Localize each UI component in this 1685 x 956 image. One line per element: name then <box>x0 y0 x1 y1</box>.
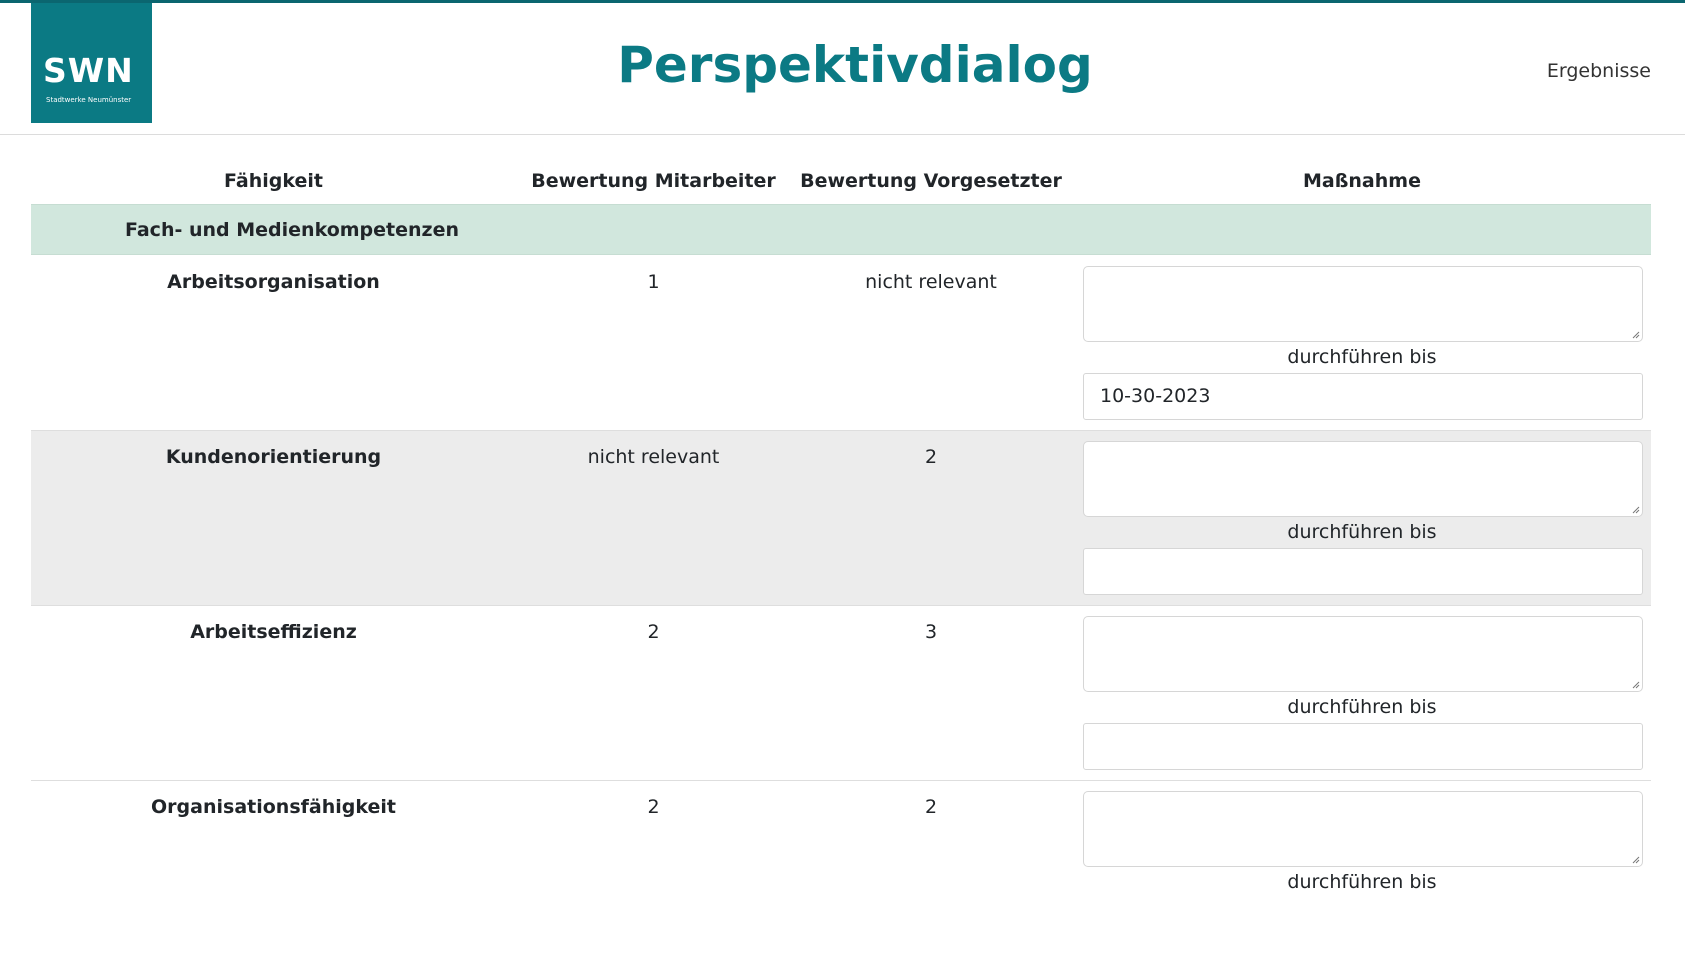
column-header-supervisor-rating: Bewertung Vorgesetzter <box>800 170 1062 192</box>
section-row: Fach- und Medienkompetenzen <box>31 204 1651 255</box>
supervisor-rating: 2 <box>924 446 938 468</box>
resize-grip-icon[interactable] <box>1630 679 1640 689</box>
employee-rating: 2 <box>647 621 660 643</box>
employee-rating: nicht relevant <box>587 446 720 468</box>
due-date-label: durchführen bis <box>1287 521 1437 543</box>
supervisor-rating: 3 <box>924 621 938 643</box>
skill-name: Kundenorientierung <box>165 446 382 468</box>
page-title: Perspektivdialog <box>617 36 1093 94</box>
column-header-employee-rating: Bewertung Mitarbeiter <box>531 170 776 192</box>
measure-textarea[interactable] <box>1083 441 1643 517</box>
skill-name: Arbeitseffizienz <box>190 621 357 643</box>
due-date-label: durchführen bis <box>1287 696 1437 718</box>
employee-rating: 1 <box>647 271 660 293</box>
due-date-input[interactable] <box>1083 548 1643 595</box>
resize-grip-icon[interactable] <box>1630 854 1640 864</box>
due-date-label: durchführen bis <box>1287 346 1437 368</box>
skill-name: Arbeitsorganisation <box>167 271 380 293</box>
supervisor-rating: nicht relevant <box>865 271 997 293</box>
due-date-input[interactable]: 10-30-2023 <box>1083 373 1643 420</box>
measure-textarea[interactable] <box>1083 791 1643 867</box>
table-row: Organisationsfähigkeit 2 2 durchführen b… <box>31 781 1651 956</box>
logo-subtext: Stadtwerke Neumünster <box>46 96 132 104</box>
supervisor-rating: 2 <box>924 796 938 818</box>
section-label: Fach- und Medienkompetenzen <box>125 219 459 241</box>
resize-grip-icon[interactable] <box>1630 504 1640 514</box>
table-row: Arbeitsorganisation 1 nicht relevant dur… <box>31 256 1651 431</box>
due-date-input[interactable] <box>1083 723 1643 770</box>
employee-rating: 2 <box>647 796 660 818</box>
column-header-measure: Maßnahme <box>1303 170 1421 192</box>
page-header: SWN Stadtwerke Neumünster Perspektivdial… <box>0 3 1685 135</box>
resize-grip-icon[interactable] <box>1630 329 1640 339</box>
measure-textarea[interactable] <box>1083 266 1643 342</box>
table-row: Kundenorientierung nicht relevant 2 durc… <box>31 431 1651 606</box>
measure-textarea[interactable] <box>1083 616 1643 692</box>
skill-name: Organisationsfähigkeit <box>151 796 396 818</box>
due-date-label: durchführen bis <box>1287 871 1437 893</box>
nav-link-ergebnisse[interactable]: Ergebnisse <box>1547 59 1651 83</box>
column-header-skill: Fähigkeit <box>224 170 323 192</box>
table-row: Arbeitseffizienz 2 3 durchführen bis <box>31 606 1651 781</box>
